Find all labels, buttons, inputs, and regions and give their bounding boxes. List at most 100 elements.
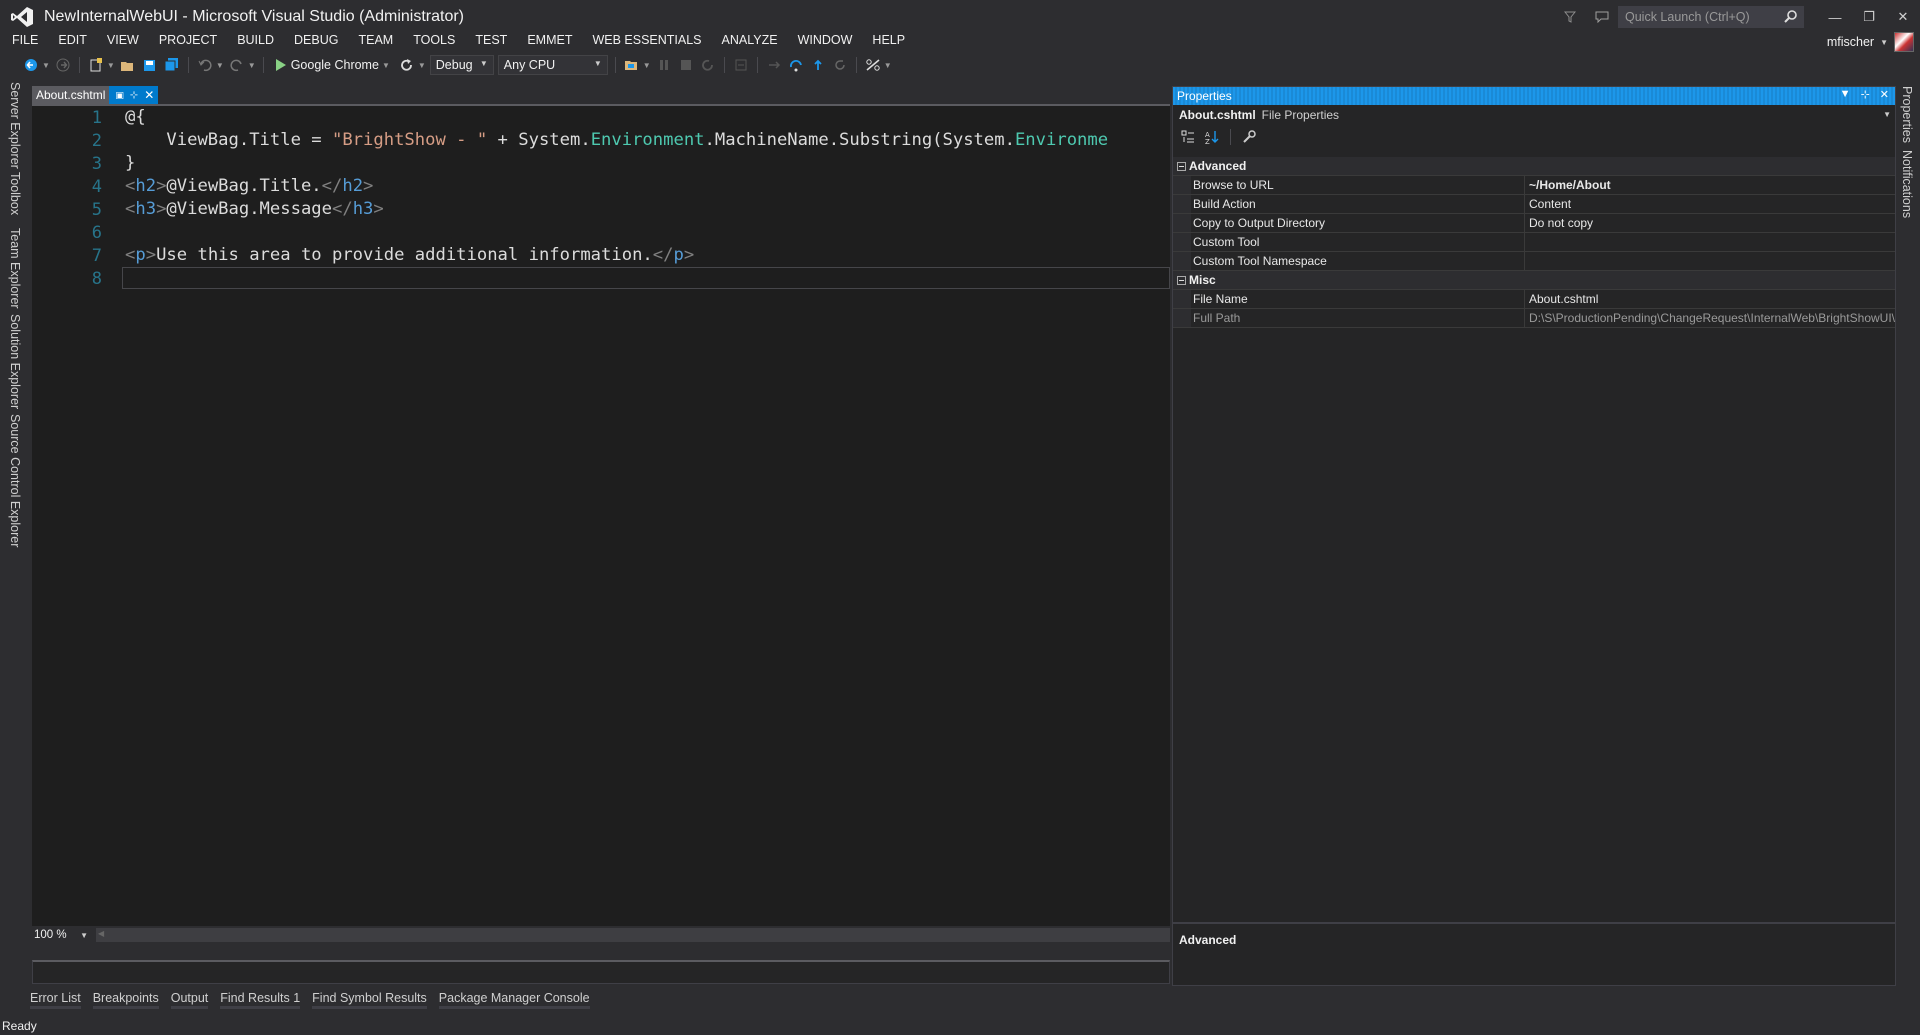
code-line-1[interactable]: @{ [125,107,146,127]
chevron-down-icon[interactable]: ▼ [216,61,224,70]
collapse-icon[interactable] [1173,157,1189,176]
tab-error-list[interactable]: Error List [30,991,81,1009]
collapse-icon[interactable] [1173,271,1189,290]
navigate-forward-icon[interactable] [54,56,72,74]
notification-filter-icon[interactable] [1554,4,1586,30]
scroll-left-icon[interactable]: ◀ [98,929,104,938]
property-row[interactable]: File Name About.cshtml [1173,290,1895,309]
feedback-icon[interactable] [1586,4,1618,30]
open-file-icon[interactable] [119,56,137,74]
menu-emmet[interactable]: EMMET [517,30,582,50]
pin-icon[interactable]: ⊹ [1861,88,1870,101]
menu-edit[interactable]: EDIT [48,30,96,50]
code-editor[interactable]: 1 2 3 4 5 6 7 8 @{ ViewBag.Title = "Brig… [32,106,1170,926]
property-row[interactable]: Browse to URL ~/Home/About [1173,176,1895,195]
user-name[interactable]: mfischer [1827,35,1874,49]
property-value[interactable]: ~/Home/About [1525,176,1895,194]
save-all-icon[interactable] [163,56,181,74]
horizontal-scrollbar[interactable]: ◀ [96,928,1170,942]
alphabetical-icon[interactable]: AZ [1203,128,1221,146]
close-window-button[interactable]: ✕ [1886,4,1920,30]
menu-window[interactable]: WINDOW [788,30,863,50]
code-line-2[interactable]: ViewBag.Title = "BrightShow - " + System… [125,130,1108,150]
user-account[interactable]: mfischer ▼ [1827,32,1914,52]
property-row[interactable]: Full Path D:\S\ProductionPending\ChangeR… [1173,309,1895,328]
tab-properties[interactable]: Properties [1900,86,1914,143]
step-back-icon[interactable] [831,56,849,74]
code-line-3[interactable]: } [125,153,135,173]
zoom-level-select[interactable]: 100 % ▼ [32,927,92,943]
chevron-down-icon[interactable]: ▼ [643,61,651,70]
stop-debugging-icon[interactable] [677,56,695,74]
properties-title-bar[interactable]: Properties ▼ ⊹ ✕ [1173,87,1895,105]
property-row[interactable]: Build Action Content [1173,195,1895,214]
menu-build[interactable]: BUILD [227,30,284,50]
chevron-down-icon[interactable]: ▼ [884,61,892,70]
tab-find-symbol-results[interactable]: Find Symbol Results [312,991,427,1009]
show-next-statement-icon[interactable] [732,56,750,74]
chevron-down-icon[interactable]: ▼ [107,61,115,70]
step-out-icon[interactable] [809,56,827,74]
solution-configuration-select[interactable]: Debug ▼ [429,55,494,75]
indicator-margin[interactable] [32,106,50,926]
tab-server-explorer[interactable]: Server Explorer [8,82,22,169]
menu-test[interactable]: TEST [465,30,517,50]
chevron-down-icon[interactable]: ▼ [382,61,390,70]
close-icon[interactable]: ✕ [1880,88,1889,101]
restore-button[interactable]: ❐ [1852,4,1886,30]
menu-project[interactable]: PROJECT [149,30,227,50]
find-in-files-icon[interactable] [623,56,641,74]
minimize-button[interactable]: — [1818,4,1852,30]
category-advanced[interactable]: Advanced [1173,157,1895,176]
tab-toolbox[interactable]: Toolbox [8,172,22,215]
step-over-icon[interactable] [787,56,805,74]
property-row[interactable]: Copy to Output Directory Do not copy [1173,214,1895,233]
hex-display-icon[interactable] [864,56,882,74]
object-selector[interactable]: About.cshtml File Properties ▼ [1173,105,1895,125]
window-options-icon[interactable]: ▼ [1840,88,1851,101]
property-value[interactable]: D:\S\ProductionPending\ChangeRequest\Int… [1525,309,1895,327]
category-misc[interactable]: Misc [1173,271,1895,290]
property-row[interactable]: Custom Tool [1173,233,1895,252]
avatar[interactable] [1894,32,1914,52]
tab-source-control-explorer[interactable]: Source Control Explorer [8,414,22,547]
search-icon[interactable] [1784,10,1797,26]
property-value[interactable]: About.cshtml [1525,290,1895,308]
document-tab-label[interactable]: About.cshtml [32,86,110,104]
restart-icon[interactable] [699,56,717,74]
menu-team[interactable]: TEAM [348,30,403,50]
chevron-down-icon[interactable]: ▼ [42,61,50,70]
menu-file[interactable]: FILE [0,30,48,50]
start-debugging-button[interactable]: Google Chrome ▼ [271,55,394,75]
code-line-7[interactable]: <p>Use this area to provide additional i… [125,245,694,265]
pin-icon[interactable]: ⊹ [130,90,138,101]
categorized-icon[interactable] [1179,128,1197,146]
redo-icon[interactable] [228,56,246,74]
property-value[interactable] [1525,233,1895,251]
tab-solution-explorer[interactable]: Solution Explorer [8,314,22,409]
chevron-down-icon[interactable]: ▼ [248,61,256,70]
tab-team-explorer[interactable]: Team Explorer [8,228,22,309]
property-value[interactable] [1525,252,1895,270]
menu-web-essentials[interactable]: WEB ESSENTIALS [582,30,711,50]
code-line-4[interactable]: <h2>@ViewBag.Title.</h2> [125,176,373,196]
property-row[interactable]: Custom Tool Namespace [1173,252,1895,271]
break-all-icon[interactable] [655,56,673,74]
navigate-back-icon[interactable] [22,56,40,74]
tab-package-manager-console[interactable]: Package Manager Console [438,991,590,1009]
tab-breakpoints[interactable]: Breakpoints [92,991,159,1009]
save-icon[interactable] [141,56,159,74]
chevron-down-icon[interactable]: ▼ [418,61,426,70]
menu-debug[interactable]: DEBUG [284,30,348,50]
chevron-down-icon[interactable]: ▼ [1880,38,1888,47]
close-tab-icon[interactable]: ✕ [144,88,154,102]
property-pages-icon[interactable] [1240,128,1258,146]
property-value[interactable]: Content [1525,195,1895,213]
step-into-icon[interactable] [765,56,783,74]
menu-tools[interactable]: TOOLS [403,30,465,50]
description-splitter[interactable] [1173,922,1895,924]
tab-about-cshtml[interactable]: About.cshtml ▣ ⊹ ✕ [32,86,159,104]
property-value[interactable]: Do not copy [1525,214,1895,232]
new-project-icon[interactable] [87,56,105,74]
tab-output[interactable]: Output [170,991,209,1009]
